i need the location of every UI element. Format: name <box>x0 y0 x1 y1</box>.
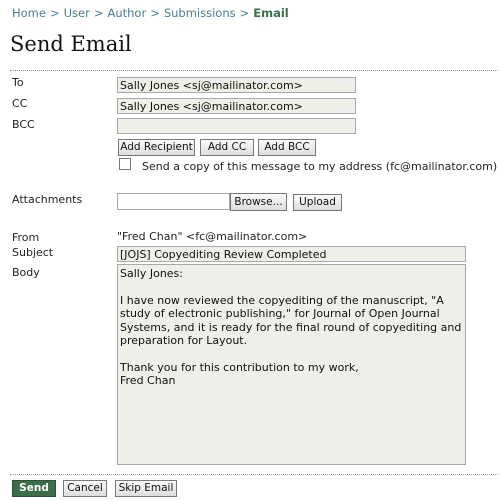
body-textarea[interactable]: Sally Jones: I have now reviewed the cop… <box>117 264 466 465</box>
breadcrumb-separator: > <box>93 6 104 20</box>
breadcrumb-user-link[interactable]: User <box>64 6 90 20</box>
subject-field[interactable] <box>117 246 466 262</box>
upload-button[interactable]: Upload <box>293 194 342 211</box>
bcc-field[interactable] <box>117 118 356 134</box>
send-copy-label: Send a copy of this message to my addres… <box>142 160 498 173</box>
page-title: Send Email <box>10 32 132 56</box>
browse-button[interactable]: Browse... <box>230 193 287 211</box>
from-label: From <box>12 231 40 244</box>
breadcrumb-separator: > <box>239 6 250 20</box>
add-cc-button[interactable]: Add CC <box>200 139 254 156</box>
add-recipient-button[interactable]: Add Recipient <box>118 139 195 156</box>
from-value: "Fred Chan" <fc@mailinator.com> <box>117 230 308 243</box>
breadcrumb-home-link[interactable]: Home <box>12 6 46 20</box>
send-copy-checkbox[interactable] <box>119 158 131 170</box>
to-field[interactable] <box>117 77 356 93</box>
bcc-label: BCC <box>12 118 35 131</box>
subject-label: Subject <box>12 246 54 259</box>
to-label: To <box>12 76 24 89</box>
breadcrumb-current-email[interactable]: Email <box>253 6 288 20</box>
attachments-label: Attachments <box>12 193 83 206</box>
cancel-button[interactable]: Cancel <box>63 480 107 497</box>
breadcrumb-separator: > <box>49 6 60 20</box>
breadcrumb-separator: > <box>150 6 160 20</box>
body-label: Body <box>12 266 40 279</box>
breadcrumb-author-link[interactable]: Author <box>107 6 146 20</box>
add-bcc-button[interactable]: Add BCC <box>258 139 316 156</box>
skip-email-button[interactable]: Skip Email <box>115 480 177 497</box>
attachment-file-field[interactable] <box>117 193 230 210</box>
cc-field[interactable] <box>117 98 356 114</box>
top-divider <box>10 70 498 71</box>
bottom-divider <box>10 474 498 475</box>
breadcrumb: Home > User > Author > Submissions > Email <box>12 6 289 20</box>
cc-label: CC <box>12 97 28 110</box>
send-button[interactable]: Send <box>12 480 56 497</box>
breadcrumb-submissions-link[interactable]: Submissions <box>164 6 236 20</box>
